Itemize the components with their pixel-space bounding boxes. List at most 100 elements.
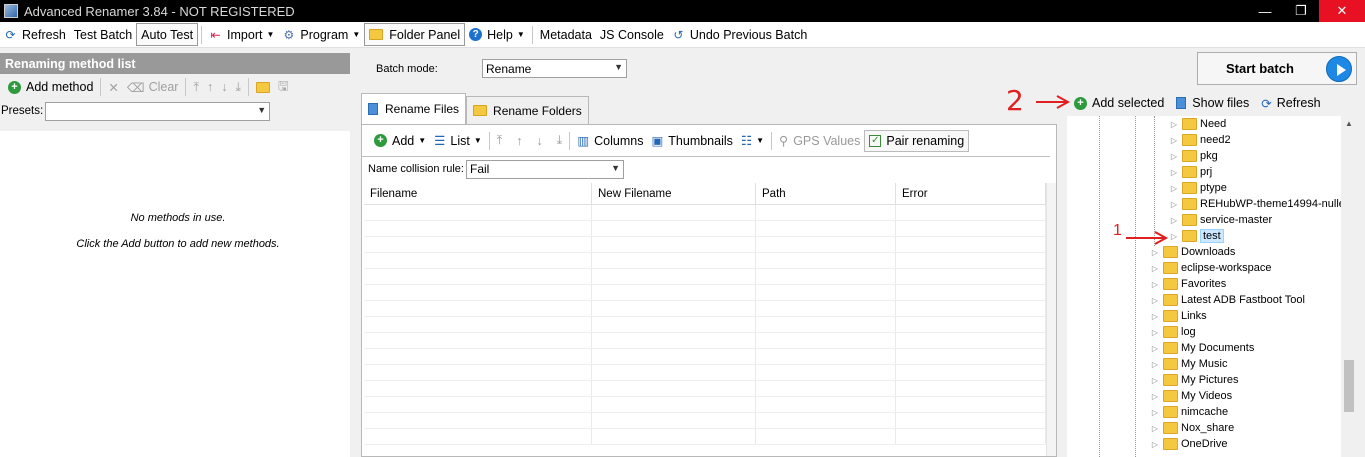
add-selected-button[interactable]: + Add selected [1068,96,1170,110]
minimize-button[interactable]: — [1247,0,1283,22]
folder-tree-scrollbar[interactable]: ▲ [1341,116,1357,457]
program-menu[interactable]: ⚙ Program ▼ [278,23,364,47]
expand-icon[interactable]: ▷ [1170,216,1178,225]
tree-item[interactable]: ▷ Favorites [1151,276,1226,292]
table-row[interactable] [364,237,1056,253]
expand-icon[interactable]: ▷ [1151,440,1159,449]
tree-item[interactable]: ▷ test [1170,228,1224,244]
column-header-filename[interactable]: Filename [364,183,592,204]
clear-button[interactable]: ⌫ Clear [123,80,183,95]
expand-icon[interactable]: ▷ [1170,184,1178,193]
expand-icon[interactable]: ▷ [1151,248,1159,257]
tree-item[interactable]: ▷ pkg [1170,148,1218,164]
tab-rename-folders[interactable]: Rename Folders [466,96,589,124]
start-batch-button[interactable]: Start batch [1197,52,1357,85]
show-files-button[interactable]: Show files [1170,96,1255,110]
tree-item[interactable]: ▷ Links [1151,308,1207,324]
expand-icon[interactable]: ▷ [1151,408,1159,417]
pair-renaming-toggle[interactable]: ✓ Pair renaming [864,129,970,152]
import-menu[interactable]: ⇤ Import ▼ [205,23,278,47]
table-row[interactable] [364,381,1056,397]
help-menu[interactable]: ? Help ▼ [465,23,529,47]
tree-item[interactable]: ▷ Nox_share [1151,420,1234,436]
tree-item[interactable]: ▷ Latest ADB Fastboot Tool [1151,292,1305,308]
method-list[interactable]: No methods in use. Click the Add button … [0,131,350,457]
table-row[interactable] [364,365,1056,381]
column-header-new-filename[interactable]: New Filename [592,183,756,204]
add-files-menu[interactable]: + Add ▼ [370,134,430,148]
tree-item[interactable]: ▷ log [1151,324,1196,340]
tree-item[interactable]: ▷ OneDrive [1151,436,1227,452]
tab-rename-files[interactable]: Rename Files [361,93,467,124]
expand-icon[interactable]: ▷ [1170,200,1178,209]
close-button[interactable]: ✕ [1319,0,1365,22]
maximize-button[interactable]: ❐ [1283,0,1319,22]
table-row[interactable] [364,429,1056,445]
folder-tree[interactable]: ▷ Need ▷ need2 ▷ pkg ▷ prj ▷ ptype ▷ REHubWP-theme1… [1067,116,1357,457]
column-header-error[interactable]: Error [896,183,1046,204]
move-down-button[interactable]: ↓ [217,80,231,94]
table-row[interactable] [364,285,1056,301]
tree-item[interactable]: ▷ REHubWP-theme14994-nulle [1170,196,1345,212]
table-row[interactable] [364,253,1056,269]
table-row[interactable] [364,397,1056,413]
js-console-button[interactable]: JS Console [596,23,668,47]
thumbnails-button[interactable]: ▣ Thumbnails [647,133,736,149]
collision-rule-select[interactable]: Fail ▼ [465,159,624,179]
folder-panel-toggle[interactable]: Folder Panel [364,23,466,46]
expand-icon[interactable]: ▷ [1151,376,1159,385]
table-row[interactable] [364,349,1056,365]
tree-item[interactable]: ▷ service-master [1170,212,1272,228]
expand-icon[interactable]: ▷ [1151,280,1159,289]
test-batch-button[interactable]: Test Batch [70,23,136,47]
remove-button[interactable]: ✕ [104,80,122,95]
list-menu[interactable]: ☰ List ▼ [430,133,486,149]
auto-test-toggle[interactable]: Auto Test [136,23,199,46]
tree-item[interactable]: ▷ need2 [1170,132,1231,148]
open-preset-button[interactable] [252,81,274,93]
tree-item[interactable]: ▷ My Videos [1151,388,1232,404]
column-header-path[interactable]: Path [756,183,896,204]
move-top-button[interactable]: ⤒ [493,133,507,148]
add-method-button[interactable]: + Add method [4,80,97,94]
expand-icon[interactable]: ▷ [1151,264,1159,273]
save-preset-button[interactable]: 🖫 [274,77,293,98]
expand-icon[interactable]: ▷ [1170,120,1178,129]
expand-icon[interactable]: ▷ [1151,312,1159,321]
metadata-button[interactable]: Metadata [536,23,596,47]
table-row[interactable] [364,301,1056,317]
tree-item[interactable]: ▷ My Music [1151,356,1227,372]
refresh-button[interactable]: ⟳ Refresh [0,23,70,47]
tree-item[interactable]: ▷ My Documents [1151,340,1254,356]
expand-icon[interactable]: ▷ [1170,168,1178,177]
move-up-button[interactable]: ↑ [512,134,526,148]
scrollbar-thumb[interactable] [1344,360,1354,412]
undo-batch-button[interactable]: ↺ Undo Previous Batch [668,23,811,47]
folder-refresh-button[interactable]: ⟳ Refresh [1255,96,1326,111]
expand-icon[interactable]: ▷ [1151,328,1159,337]
tree-item[interactable]: ▷ ptype [1170,180,1227,196]
move-down-button[interactable]: ↓ [533,134,547,148]
tree-item[interactable]: ▷ My Pictures [1151,372,1238,388]
expand-icon[interactable]: ▷ [1151,296,1159,305]
expand-icon[interactable]: ▷ [1151,344,1159,353]
expand-icon[interactable]: ▷ [1170,232,1178,241]
table-row[interactable] [364,269,1056,285]
presets-select[interactable]: ▼ [45,101,271,121]
table-row[interactable] [364,333,1056,349]
expand-icon[interactable]: ▷ [1151,392,1159,401]
view-options-menu[interactable]: ☷ ▼ [737,133,768,148]
tree-item[interactable]: ▷ eclipse-workspace [1151,260,1271,276]
tree-item[interactable]: ▷ Downloads [1151,244,1235,260]
file-grid-scrollbar[interactable] [1046,183,1056,456]
table-row[interactable] [364,317,1056,333]
file-grid[interactable]: Filename New Filename Path Error [364,183,1056,445]
expand-icon[interactable]: ▷ [1170,136,1178,145]
expand-icon[interactable]: ▷ [1151,424,1159,433]
move-bottom-button[interactable]: ⤓ [232,80,246,95]
tree-item[interactable]: ▷ prj [1170,164,1212,180]
move-bottom-button[interactable]: ⤓ [553,133,567,148]
move-top-button[interactable]: ⤒ [189,80,203,95]
move-up-button[interactable]: ↑ [203,80,217,94]
gps-values-button[interactable]: ⚲ GPS Values [775,133,864,149]
